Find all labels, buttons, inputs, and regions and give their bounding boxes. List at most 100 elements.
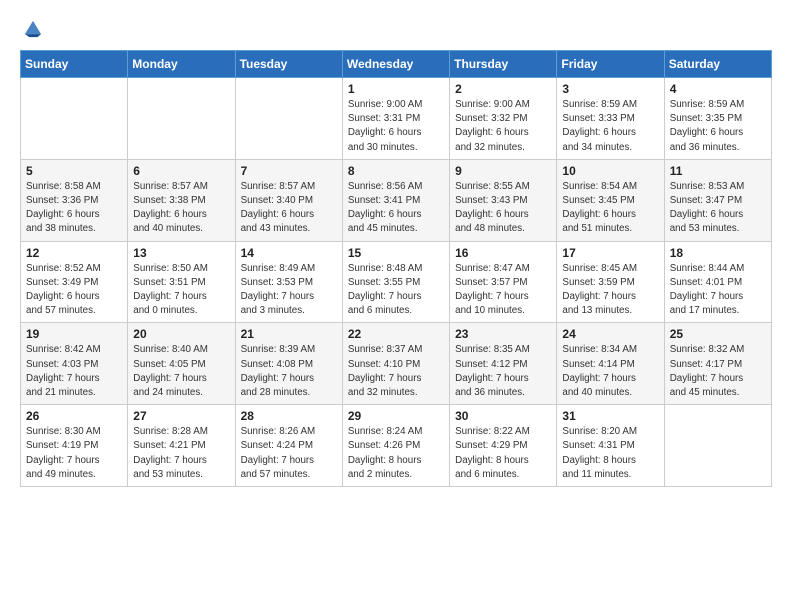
calendar-week-row: 19 Sunrise: 8:42 AM Sunset: 4:03 PM Dayli…	[21, 323, 772, 405]
calendar-cell: 22 Sunrise: 8:37 AM Sunset: 4:10 PM Dayli…	[342, 323, 449, 405]
day-info: Sunrise: 8:24 AM Sunset: 4:26 PM Dayligh…	[348, 425, 444, 482]
day-info: Sunrise: 8:47 AM Sunset: 3:57 PM Dayligh…	[455, 262, 551, 319]
day-info: Sunrise: 8:32 AM Sunset: 4:17 PM Dayligh…	[670, 343, 766, 400]
calendar-header: SundayMondayTuesdayWednesdayThursdayFrid…	[21, 51, 772, 78]
logo	[20, 18, 46, 40]
day-info: Sunrise: 8:59 AM Sunset: 3:35 PM Dayligh…	[670, 98, 766, 155]
day-number: 31	[562, 409, 658, 423]
day-number: 14	[241, 246, 337, 260]
day-number: 17	[562, 246, 658, 260]
day-info: Sunrise: 8:54 AM Sunset: 3:45 PM Dayligh…	[562, 180, 658, 237]
calendar-body: 1Sunrise: 9:00 AM Sunset: 3:31 PM Daylig…	[21, 78, 772, 487]
calendar-cell: 9Sunrise: 8:55 AM Sunset: 3:43 PM Daylig…	[450, 159, 557, 241]
day-info: Sunrise: 8:44 AM Sunset: 4:01 PM Dayligh…	[670, 262, 766, 319]
calendar-cell: 1Sunrise: 9:00 AM Sunset: 3:31 PM Daylig…	[342, 78, 449, 160]
calendar-cell: 4 Sunrise: 8:59 AM Sunset: 3:35 PM Daylig…	[664, 78, 771, 160]
day-number: 24	[562, 327, 658, 341]
day-number: 19	[26, 327, 122, 341]
calendar-cell	[128, 78, 235, 160]
calendar-cell: 23 Sunrise: 8:35 AM Sunset: 4:12 PM Dayli…	[450, 323, 557, 405]
day-info: Sunrise: 8:37 AM Sunset: 4:10 PM Dayligh…	[348, 343, 444, 400]
day-info: Sunrise: 8:40 AM Sunset: 4:05 PM Dayligh…	[133, 343, 229, 400]
day-number: 7	[241, 164, 337, 178]
day-info: Sunrise: 8:57 AM Sunset: 3:38 PM Dayligh…	[133, 180, 229, 237]
calendar-cell: 3 Sunrise: 8:59 AM Sunset: 3:33 PM Daylig…	[557, 78, 664, 160]
day-of-week-header: Thursday	[450, 51, 557, 78]
day-number: 26	[26, 409, 122, 423]
day-of-week-header: Monday	[128, 51, 235, 78]
day-of-week-header: Sunday	[21, 51, 128, 78]
calendar-cell: 28 Sunrise: 8:26 AM Sunset: 4:24 PM Dayli…	[235, 405, 342, 487]
calendar-cell: 13 Sunrise: 8:50 AM Sunset: 3:51 PM Dayli…	[128, 241, 235, 323]
day-number: 20	[133, 327, 229, 341]
day-number: 10	[562, 164, 658, 178]
day-info: Sunrise: 8:58 AM Sunset: 3:36 PM Dayligh…	[26, 180, 122, 237]
calendar-cell: 19 Sunrise: 8:42 AM Sunset: 4:03 PM Dayli…	[21, 323, 128, 405]
day-info: Sunrise: 8:59 AM Sunset: 3:33 PM Dayligh…	[562, 98, 658, 155]
calendar-cell: 18Sunrise: 8:44 AM Sunset: 4:01 PM Dayli…	[664, 241, 771, 323]
day-number: 28	[241, 409, 337, 423]
day-number: 6	[133, 164, 229, 178]
calendar-cell: 20 Sunrise: 8:40 AM Sunset: 4:05 PM Dayli…	[128, 323, 235, 405]
day-info: Sunrise: 8:56 AM Sunset: 3:41 PM Dayligh…	[348, 180, 444, 237]
day-number: 5	[26, 164, 122, 178]
calendar-cell: 15Sunrise: 8:48 AM Sunset: 3:55 PM Dayli…	[342, 241, 449, 323]
calendar-cell: 8 Sunrise: 8:56 AM Sunset: 3:41 PM Daylig…	[342, 159, 449, 241]
day-number: 22	[348, 327, 444, 341]
calendar-week-row: 26 Sunrise: 8:30 AM Sunset: 4:19 PM Dayli…	[21, 405, 772, 487]
day-number: 29	[348, 409, 444, 423]
page: SundayMondayTuesdayWednesdayThursdayFrid…	[0, 0, 792, 612]
calendar-cell: 2 Sunrise: 9:00 AM Sunset: 3:32 PM Daylig…	[450, 78, 557, 160]
day-number: 3	[562, 82, 658, 96]
calendar-cell: 14 Sunrise: 8:49 AM Sunset: 3:53 PM Dayli…	[235, 241, 342, 323]
day-number: 16	[455, 246, 551, 260]
calendar-cell: 26 Sunrise: 8:30 AM Sunset: 4:19 PM Dayli…	[21, 405, 128, 487]
day-info: Sunrise: 8:50 AM Sunset: 3:51 PM Dayligh…	[133, 262, 229, 319]
calendar-cell	[21, 78, 128, 160]
logo-icon	[22, 18, 44, 40]
day-info: Sunrise: 8:28 AM Sunset: 4:21 PM Dayligh…	[133, 425, 229, 482]
day-number: 30	[455, 409, 551, 423]
day-number: 8	[348, 164, 444, 178]
day-info: Sunrise: 8:57 AM Sunset: 3:40 PM Dayligh…	[241, 180, 337, 237]
calendar-cell: 25 Sunrise: 8:32 AM Sunset: 4:17 PM Dayli…	[664, 323, 771, 405]
day-number: 13	[133, 246, 229, 260]
day-info: Sunrise: 8:49 AM Sunset: 3:53 PM Dayligh…	[241, 262, 337, 319]
day-info: Sunrise: 8:20 AM Sunset: 4:31 PM Dayligh…	[562, 425, 658, 482]
calendar-cell	[235, 78, 342, 160]
day-of-week-header: Saturday	[664, 51, 771, 78]
day-info: Sunrise: 8:53 AM Sunset: 3:47 PM Dayligh…	[670, 180, 766, 237]
calendar-cell: 17Sunrise: 8:45 AM Sunset: 3:59 PM Dayli…	[557, 241, 664, 323]
day-number: 27	[133, 409, 229, 423]
day-info: Sunrise: 8:39 AM Sunset: 4:08 PM Dayligh…	[241, 343, 337, 400]
day-number: 2	[455, 82, 551, 96]
calendar-cell: 29 Sunrise: 8:24 AM Sunset: 4:26 PM Dayli…	[342, 405, 449, 487]
day-info: Sunrise: 8:52 AM Sunset: 3:49 PM Dayligh…	[26, 262, 122, 319]
day-info: Sunrise: 8:48 AM Sunset: 3:55 PM Dayligh…	[348, 262, 444, 319]
calendar-cell: 10 Sunrise: 8:54 AM Sunset: 3:45 PM Dayli…	[557, 159, 664, 241]
day-info: Sunrise: 8:30 AM Sunset: 4:19 PM Dayligh…	[26, 425, 122, 482]
day-info: Sunrise: 8:42 AM Sunset: 4:03 PM Dayligh…	[26, 343, 122, 400]
day-number: 21	[241, 327, 337, 341]
day-info: Sunrise: 8:26 AM Sunset: 4:24 PM Dayligh…	[241, 425, 337, 482]
day-info: Sunrise: 8:35 AM Sunset: 4:12 PM Dayligh…	[455, 343, 551, 400]
calendar-week-row: 1Sunrise: 9:00 AM Sunset: 3:31 PM Daylig…	[21, 78, 772, 160]
day-info: Sunrise: 8:55 AM Sunset: 3:43 PM Dayligh…	[455, 180, 551, 237]
day-info: Sunrise: 8:22 AM Sunset: 4:29 PM Dayligh…	[455, 425, 551, 482]
day-number: 25	[670, 327, 766, 341]
calendar-week-row: 5 Sunrise: 8:58 AM Sunset: 3:36 PM Daylig…	[21, 159, 772, 241]
calendar-cell: 24Sunrise: 8:34 AM Sunset: 4:14 PM Dayli…	[557, 323, 664, 405]
calendar-cell: 7 Sunrise: 8:57 AM Sunset: 3:40 PM Daylig…	[235, 159, 342, 241]
header-row: SundayMondayTuesdayWednesdayThursdayFrid…	[21, 51, 772, 78]
day-info: Sunrise: 9:00 AM Sunset: 3:32 PM Dayligh…	[455, 98, 551, 155]
calendar-cell: 16 Sunrise: 8:47 AM Sunset: 3:57 PM Dayli…	[450, 241, 557, 323]
calendar-cell: 6 Sunrise: 8:57 AM Sunset: 3:38 PM Daylig…	[128, 159, 235, 241]
calendar-table: SundayMondayTuesdayWednesdayThursdayFrid…	[20, 50, 772, 487]
calendar-cell: 21 Sunrise: 8:39 AM Sunset: 4:08 PM Dayli…	[235, 323, 342, 405]
day-number: 23	[455, 327, 551, 341]
day-number: 12	[26, 246, 122, 260]
calendar-cell: 27 Sunrise: 8:28 AM Sunset: 4:21 PM Dayli…	[128, 405, 235, 487]
calendar-week-row: 12 Sunrise: 8:52 AM Sunset: 3:49 PM Dayli…	[21, 241, 772, 323]
day-number: 4	[670, 82, 766, 96]
calendar-cell: 11Sunrise: 8:53 AM Sunset: 3:47 PM Dayli…	[664, 159, 771, 241]
